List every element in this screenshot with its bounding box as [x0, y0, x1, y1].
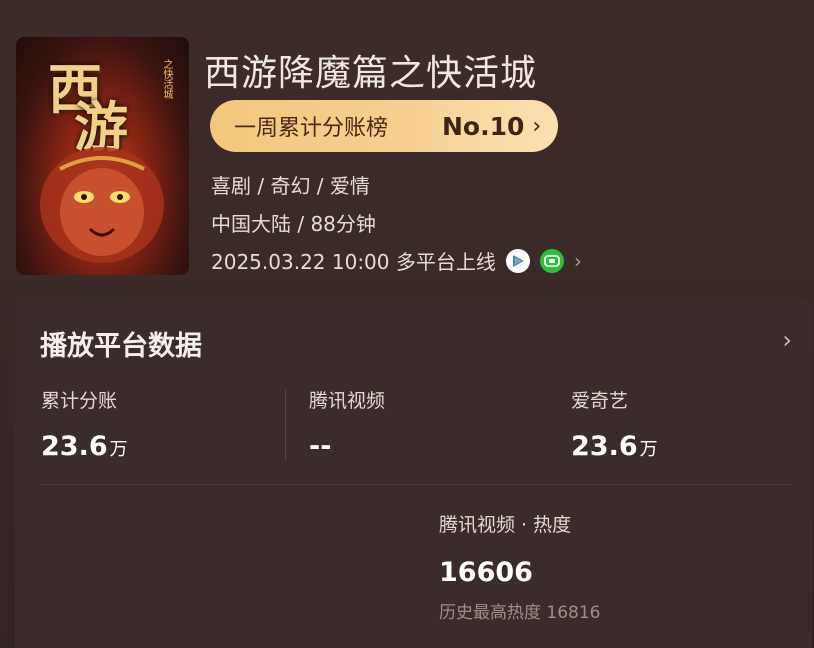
movie-poster[interactable]: 西 游 之快活城 — [16, 37, 189, 275]
release-text: 2025.03.22 10:00 多平台上线 — [211, 250, 496, 274]
stat-unit: 万 — [639, 439, 658, 460]
chevron-right-icon: › — [573, 248, 582, 273]
stat-label: 累计分账 — [41, 390, 118, 412]
chevron-right-icon: › — [532, 113, 542, 139]
release-info[interactable]: 2025.03.22 10:00 多平台上线 › — [211, 246, 582, 275]
card-title: 播放平台数据 — [40, 331, 202, 362]
stat-value: 23.6 万 — [571, 431, 658, 462]
rank-value: No.10 — [442, 111, 525, 141]
stat-label: 爱奇艺 — [571, 390, 629, 412]
heat-label: 腾讯视频 · 热度 — [439, 514, 572, 536]
divider — [285, 390, 286, 460]
stat-label: 腾讯视频 — [309, 390, 386, 412]
tencent-video-icon — [505, 248, 530, 273]
weekly-ranking-badge[interactable]: 一周累计分账榜 No.10 › — [210, 100, 558, 152]
rank-label: 一周累计分账榜 — [210, 100, 432, 152]
stat-number: 23.6 — [41, 431, 108, 462]
monkey-king-illustration — [40, 147, 164, 263]
divider — [41, 484, 791, 485]
region-runtime: 中国大陆 / 88分钟 — [211, 212, 376, 236]
rank-value-area: No.10 › — [432, 100, 558, 152]
stat-total-revenue: 累计分账 23.6 万 — [41, 386, 128, 462]
heat-value: 16606 — [439, 557, 533, 588]
heat-history-max: 历史最高热度 16816 — [439, 603, 601, 623]
stat-tencent: 腾讯视频 -- — [309, 386, 385, 462]
stat-iqiyi: 爱奇艺 23.6 万 — [571, 386, 658, 462]
iqiyi-icon — [539, 248, 564, 273]
stat-unit: 万 — [109, 439, 128, 460]
genre-list: 喜剧 / 奇幻 / 爱情 — [211, 174, 370, 198]
stat-value: 23.6 万 — [41, 431, 128, 462]
movie-title: 西游降魔篇之快活城 — [204, 53, 538, 94]
stat-value: -- — [309, 431, 385, 462]
stat-tencent-heat: 腾讯视频 · 热度 16606 历史最高热度 16816 — [439, 510, 600, 623]
platform-data-card: 播放平台数据 › 累计分账 23.6 万 腾讯视频 -- 爱奇艺 23.6 万 腾讯… — [15, 298, 812, 648]
stat-number: -- — [309, 431, 332, 462]
chevron-right-icon[interactable]: › — [782, 326, 792, 354]
stat-number: 23.6 — [571, 431, 638, 462]
